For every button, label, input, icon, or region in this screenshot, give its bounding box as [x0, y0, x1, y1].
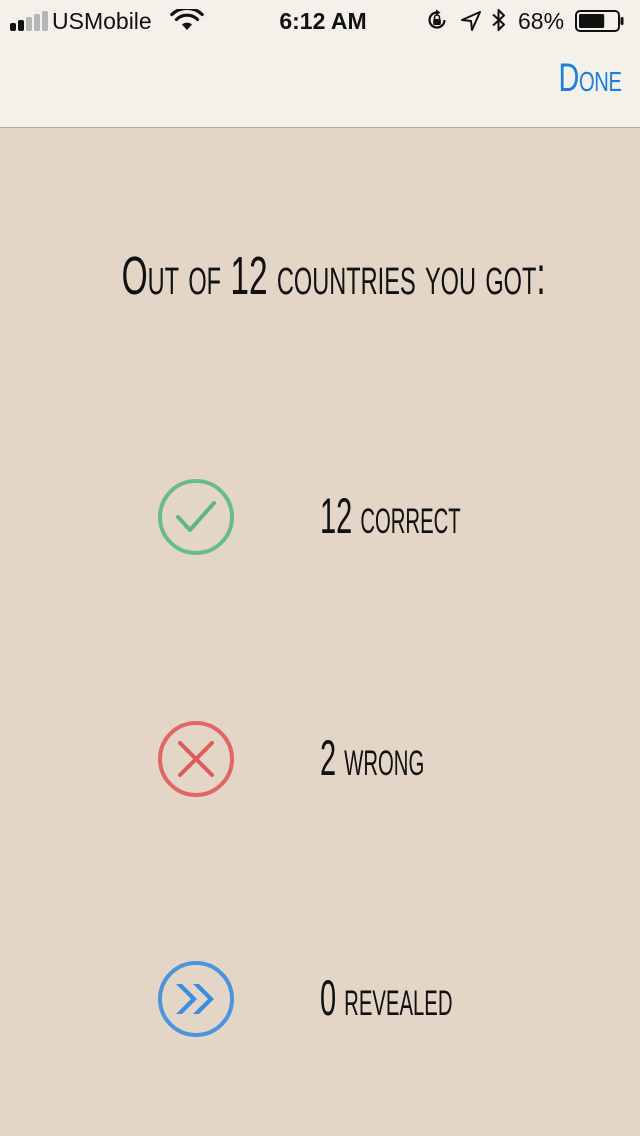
check-circle-icon: [158, 479, 234, 555]
battery-percentage: 68%: [518, 8, 565, 34]
result-row-wrong: 2 wrong: [0, 714, 640, 804]
rotation-lock-icon: [428, 9, 446, 29]
location-icon: [461, 11, 481, 31]
battery-icon: [575, 10, 624, 32]
revealed-count-label: 0 revealed: [320, 970, 453, 1026]
double-chevron-circle-icon: [158, 961, 234, 1037]
result-row-revealed: 0 revealed: [0, 954, 640, 1044]
bluetooth-icon: [492, 9, 505, 31]
status-bar: USMobile 6:12 AM 68%: [0, 0, 640, 40]
correct-count-label: 12 correct: [320, 488, 461, 544]
results-headline: Out of 12 countries you got:: [121, 246, 546, 306]
wrong-count-label: 2 wrong: [320, 730, 425, 786]
done-button[interactable]: Done: [559, 54, 622, 102]
result-row-correct: 12 correct: [0, 472, 640, 562]
x-circle-icon: [158, 721, 234, 797]
top-bar: USMobile 6:12 AM 68% Done: [0, 0, 640, 128]
